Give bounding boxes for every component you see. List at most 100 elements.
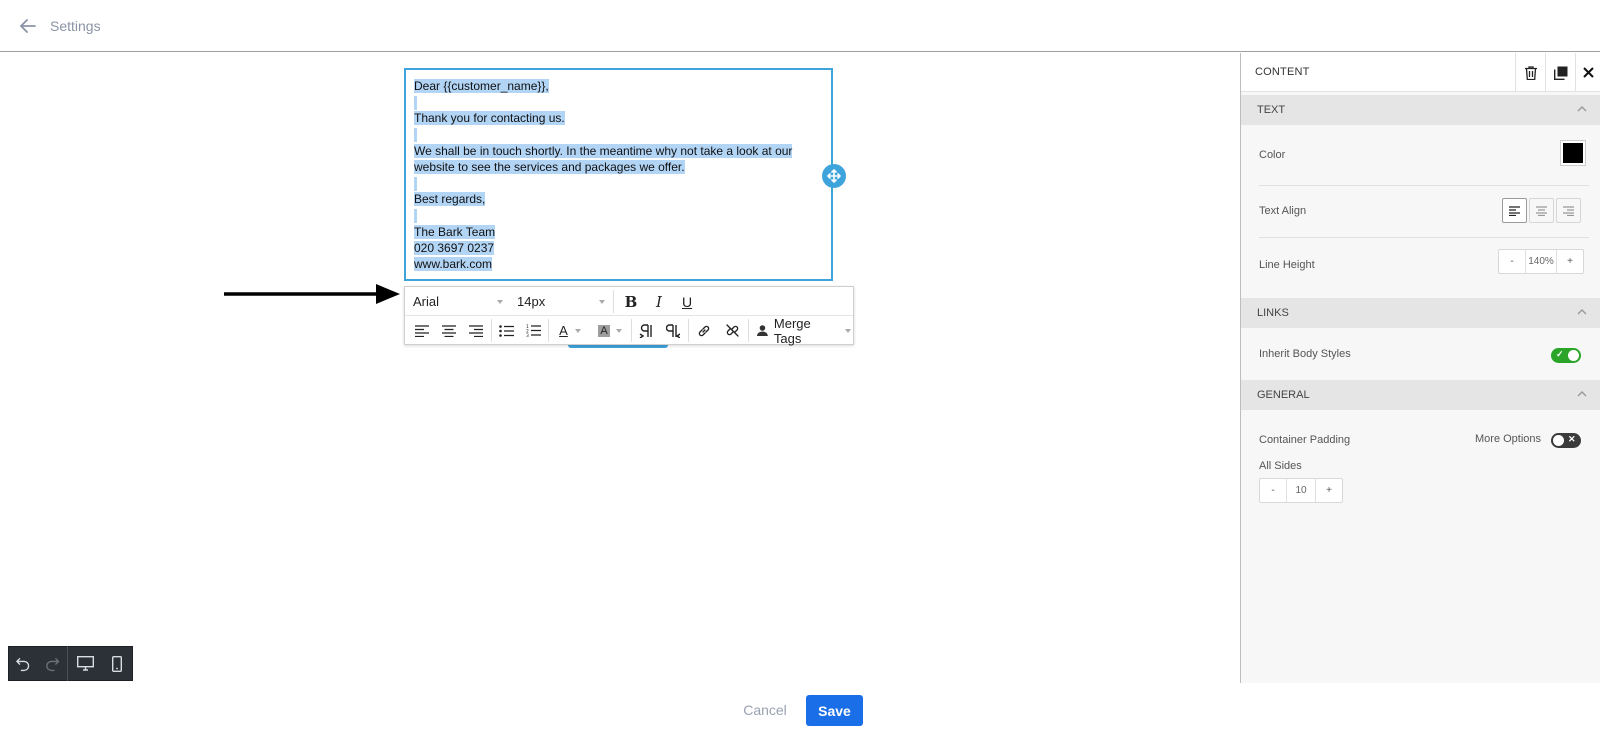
section-links-header[interactable]: LINKS [1241, 298, 1600, 328]
redo-icon[interactable] [39, 646, 67, 681]
font-family-select[interactable]: Arial [405, 287, 507, 316]
link-icon[interactable] [690, 316, 718, 345]
x-icon: ✕ [1568, 434, 1576, 444]
font-family-value: Arial [413, 294, 440, 309]
inherit-body-styles-label: Inherit Body Styles [1259, 348, 1351, 360]
merge-tags-label: Merge Tags [773, 315, 811, 346]
text-line-content: The Bark Team [414, 224, 496, 239]
section-links-label: LINKS [1257, 307, 1289, 319]
move-handle-icon[interactable] [822, 164, 846, 188]
font-size-select[interactable]: 14px [509, 287, 609, 316]
empty-line-selection [414, 209, 417, 224]
line-height-decrease-button[interactable]: - [1499, 250, 1525, 273]
chevron-down-icon [599, 299, 605, 304]
section-text-label: TEXT [1257, 104, 1286, 116]
bg-color-icon: A [598, 324, 610, 337]
text-line-content: 020 3697 0237 [414, 240, 495, 255]
chevron-up-icon [1577, 106, 1587, 112]
text-line-content: website to see the services and packages… [414, 159, 685, 174]
text-color-button[interactable]: A [551, 316, 589, 345]
line-height-stepper: - 140% + [1498, 249, 1584, 274]
chevron-up-icon [1577, 391, 1587, 397]
chevron-down-icon [615, 328, 622, 333]
panel-title: CONTENT [1255, 66, 1310, 78]
font-size-value: 14px [517, 294, 546, 309]
chevron-down-icon [497, 299, 503, 304]
text-line[interactable]: Best regards, [414, 191, 823, 207]
editor-canvas: Dear {{customer_name}}, Thank you for con… [0, 53, 1240, 683]
cancel-button[interactable]: Cancel [738, 695, 792, 725]
line-height-increase-button[interactable]: + [1557, 250, 1583, 273]
text-line-content: We shall be in touch shortly. In the mea… [414, 143, 793, 158]
underline-button[interactable]: U [673, 287, 701, 316]
properties-panel: CONTENT TEXT Color Text Align Line Heigh… [1240, 53, 1600, 683]
user-icon [757, 325, 768, 336]
color-label: Color [1259, 149, 1286, 161]
text-line[interactable]: Thank you for contacting us. [414, 110, 823, 126]
panel-align-right-icon[interactable] [1556, 198, 1581, 223]
padding-increase-button[interactable]: + [1316, 479, 1342, 502]
ltr-icon[interactable] [633, 316, 659, 345]
device-toolbar [8, 646, 133, 681]
bold-button[interactable]: B [617, 287, 645, 316]
check-icon: ✓ [1556, 349, 1564, 359]
arrow-left-icon[interactable] [18, 16, 38, 36]
text-color-icon: A [559, 323, 568, 338]
delete-icon[interactable] [1515, 53, 1545, 92]
save-button[interactable]: Save [806, 695, 863, 726]
text-line[interactable]: www.bark.com [414, 256, 823, 272]
text-line[interactable]: We shall be in touch shortly. In the mea… [414, 143, 823, 159]
inherit-body-styles-toggle[interactable]: ✓ [1551, 348, 1581, 363]
text-line[interactable] [414, 208, 823, 224]
text-line-content: Dear {{customer_name}}, [414, 79, 549, 93]
text-line[interactable]: The Bark Team [414, 224, 823, 240]
empty-line-selection [414, 128, 417, 143]
unlink-icon[interactable] [718, 316, 746, 345]
section-general-label: GENERAL [1257, 389, 1310, 401]
text-align-label: Text Align [1259, 205, 1307, 217]
align-center-icon[interactable] [436, 316, 462, 345]
more-options-toggle[interactable]: ✕ [1551, 433, 1581, 448]
close-icon[interactable] [1575, 53, 1600, 92]
footer-bar: Cancel Save [0, 683, 1600, 733]
svg-text:3: 3 [526, 333, 529, 337]
empty-line-selection [414, 96, 417, 111]
panel-align-left-icon[interactable] [1502, 198, 1527, 223]
line-height-value[interactable]: 140% [1525, 250, 1557, 273]
panel-align-center-icon[interactable] [1529, 198, 1554, 223]
merge-tags-button[interactable]: Merge Tags [751, 315, 851, 346]
text-line[interactable] [414, 175, 823, 191]
section-general-header[interactable]: GENERAL [1241, 380, 1600, 410]
more-options-label: More Options [1475, 433, 1542, 445]
annotation-arrow [224, 284, 400, 304]
all-sides-label: All Sides [1259, 460, 1302, 472]
numbered-list-icon[interactable]: 123 [520, 316, 546, 345]
align-right-icon[interactable] [463, 316, 489, 345]
undo-icon[interactable] [9, 646, 39, 681]
background-color-button[interactable]: A [591, 316, 629, 345]
rtl-icon[interactable] [660, 316, 686, 345]
padding-value[interactable]: 10 [1286, 479, 1316, 502]
italic-button[interactable]: I [645, 287, 673, 316]
bullet-list-icon[interactable] [493, 316, 519, 345]
text-align-group [1500, 198, 1581, 223]
line-height-label: Line Height [1259, 259, 1315, 271]
text-line[interactable]: Dear {{customer_name}}, [414, 78, 823, 94]
text-line[interactable]: website to see the services and packages… [414, 159, 823, 175]
text-line[interactable]: 020 3697 0237 [414, 240, 823, 256]
text-line[interactable] [414, 127, 823, 143]
section-text-header[interactable]: TEXT [1241, 95, 1600, 125]
desktop-icon[interactable] [68, 646, 102, 681]
padding-decrease-button[interactable]: - [1260, 479, 1286, 502]
text-block[interactable]: Dear {{customer_name}}, Thank you for con… [404, 68, 833, 281]
align-left-icon[interactable] [409, 316, 435, 345]
duplicate-icon[interactable] [1545, 53, 1575, 92]
text-toolbar: Arial 14px B I U 1 2 3 A A Merge Tags [404, 286, 854, 346]
text-line-content: www.bark.com [414, 257, 493, 272]
top-bar: Settings [0, 0, 1600, 52]
container-padding-label: Container Padding [1259, 434, 1351, 446]
color-swatch[interactable] [1560, 140, 1586, 166]
text-line[interactable] [414, 94, 823, 111]
mobile-icon[interactable] [102, 646, 132, 681]
page-title[interactable]: Settings [50, 18, 101, 34]
